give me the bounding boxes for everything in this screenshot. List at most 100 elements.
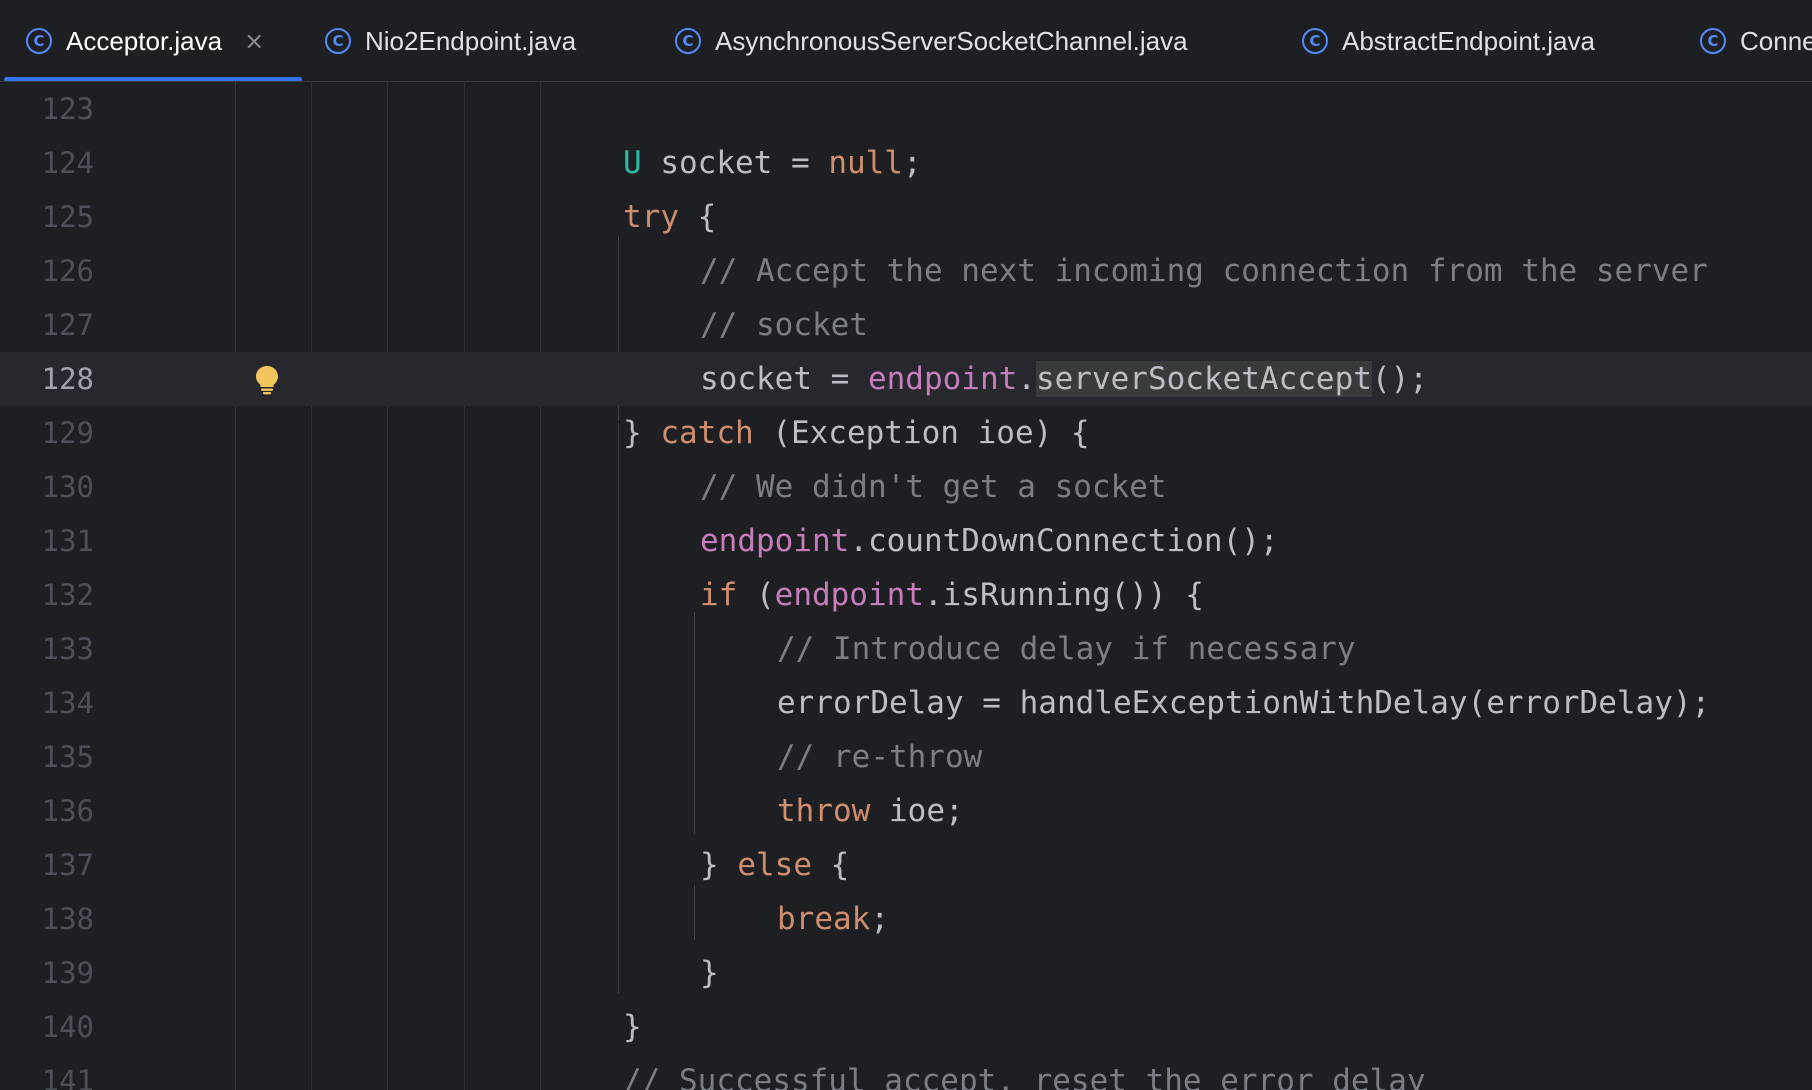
code-token: serverSocketAccept <box>1035 361 1372 397</box>
code-line[interactable]: 123 <box>0 82 1812 136</box>
tab-abstractendpoint-java[interactable]: C AbstractEndpoint.java <box>1302 0 1595 81</box>
code-line[interactable]: 137} else { <box>0 838 1812 892</box>
close-icon[interactable]: × <box>244 27 264 55</box>
code-line[interactable]: 128 socket = endpoint.serverSocketAccept(… <box>0 352 1812 406</box>
line-number[interactable]: 130 <box>0 460 94 514</box>
code-token: { <box>811 847 850 883</box>
line-number[interactable]: 127 <box>0 298 94 352</box>
line-number[interactable]: 136 <box>0 784 94 838</box>
code-token: // Successful accept, reset the error de… <box>623 1063 1426 1090</box>
code-token: .countDownConnection(); <box>849 523 1279 559</box>
ide-window: C Acceptor.java × C Nio2Endpoint.java C … <box>0 0 1812 1090</box>
class-icon: C <box>1302 28 1328 54</box>
code-token: null <box>828 145 903 181</box>
code-text[interactable]: socket = endpoint.serverSocketAccept(); <box>700 352 1428 406</box>
code-token: catch <box>660 415 754 451</box>
code-line[interactable]: 141 // Successful accept, reset the error… <box>0 1054 1812 1090</box>
code-token: // Introduce delay if necessary <box>777 631 1356 667</box>
lightbulb-icon[interactable] <box>254 365 280 395</box>
code-text[interactable]: endpoint.countDownConnection(); <box>700 514 1279 568</box>
code-text[interactable]: U socket = null; <box>623 136 922 190</box>
line-number[interactable]: 131 <box>0 514 94 568</box>
tab-acceptor-java[interactable]: C Acceptor.java × <box>26 0 264 81</box>
code-token: (Exception ioe) { <box>753 415 1090 451</box>
code-text[interactable]: } else { <box>700 838 849 892</box>
code-editor[interactable]: 123 124 U socket = null; 125 try {126// Acce… <box>0 82 1812 1090</box>
line-number[interactable]: 135 <box>0 730 94 784</box>
code-text[interactable]: try { <box>623 190 716 244</box>
code-line[interactable]: 125 try { <box>0 190 1812 244</box>
line-number[interactable]: 129 <box>0 406 94 460</box>
line-number[interactable]: 124 <box>0 136 94 190</box>
line-number[interactable]: 137 <box>0 838 94 892</box>
code-line[interactable]: 129 } catch (Exception ioe) { <box>0 406 1812 460</box>
code-line[interactable]: 130 // We didn't get a socket <box>0 460 1812 514</box>
line-number[interactable]: 133 <box>0 622 94 676</box>
tab-label: Conne <box>1740 25 1812 56</box>
editor-tab-bar: C Acceptor.java × C Nio2Endpoint.java C … <box>0 0 1812 82</box>
code-line[interactable]: 136 throw ioe; <box>0 784 1812 838</box>
line-number[interactable]: 141 <box>0 1054 94 1090</box>
tab-nio2endpoint-java[interactable]: C Nio2Endpoint.java <box>325 0 577 81</box>
code-token: endpoint <box>867 361 1018 397</box>
class-icon: C <box>675 28 701 54</box>
code-token: } <box>700 847 738 883</box>
code-line[interactable]: 138 break; <box>0 892 1812 946</box>
tab-label: Acceptor.java <box>66 25 223 56</box>
code-line[interactable]: 126 // Accept the next incoming connectio… <box>0 244 1812 298</box>
code-text[interactable]: errorDelay = handleExceptionWithDelay(er… <box>777 676 1710 730</box>
code-line[interactable]: 135 // re-throw <box>0 730 1812 784</box>
code-text[interactable]: throw ioe; <box>777 784 964 838</box>
code-line[interactable]: 139} <box>0 946 1812 1000</box>
code-line[interactable]: 140} <box>0 1000 1812 1054</box>
line-number[interactable]: 138 <box>0 892 94 946</box>
line-number[interactable]: 132 <box>0 568 94 622</box>
code-token: } <box>623 1009 642 1045</box>
line-number[interactable]: 125 <box>0 190 94 244</box>
code-text[interactable]: // re-throw <box>777 730 982 784</box>
code-text[interactable]: } catch (Exception ioe) { <box>623 406 1090 460</box>
code-text[interactable]: // We didn't get a socket <box>700 460 1167 514</box>
code-text[interactable]: break; <box>777 892 889 946</box>
code-line[interactable]: 124 U socket = null; <box>0 136 1812 190</box>
code-line[interactable]: 131 endpoint.countDownConnection(); <box>0 514 1812 568</box>
line-number[interactable]: 140 <box>0 1000 94 1054</box>
line-number[interactable]: 139 <box>0 946 94 1000</box>
code-text[interactable]: } <box>623 1000 642 1054</box>
code-token: ( <box>737 577 775 613</box>
code-token: else <box>737 847 812 883</box>
code-token: endpoint <box>774 577 924 613</box>
code-token: break <box>777 901 871 937</box>
code-token: errorDelay = handleExceptionWithDelay(er… <box>777 685 1711 721</box>
code-token: throw <box>777 793 871 829</box>
tab-label: AsynchronousServerSocketChannel.java <box>715 25 1188 56</box>
code-text[interactable]: // Accept the next incoming connection f… <box>700 244 1708 298</box>
code-token: try <box>623 199 679 235</box>
code-token: if <box>700 577 738 613</box>
tab-label: Nio2Endpoint.java <box>365 25 577 56</box>
code-token: (); <box>1371 361 1428 397</box>
code-text[interactable]: // Successful accept, reset the error de… <box>623 1054 1426 1090</box>
code-token: U <box>623 145 642 181</box>
line-number[interactable]: 126 <box>0 244 94 298</box>
code-token: ; <box>870 901 889 937</box>
code-token: // We didn't get a socket <box>700 469 1167 505</box>
code-text[interactable]: // socket <box>700 298 868 352</box>
code-line[interactable]: 132 if (endpoint.isRunning()) { <box>0 568 1812 622</box>
line-number[interactable]: 123 <box>0 82 94 136</box>
code-text[interactable]: if (endpoint.isRunning()) { <box>700 568 1204 622</box>
code-text[interactable]: } <box>700 946 719 1000</box>
class-icon: C <box>1700 28 1726 54</box>
tab-asynchronousserversocketchannel-java[interactable]: C AsynchronousServerSocketChannel.java <box>675 0 1188 81</box>
tab-conne[interactable]: C Conne <box>1700 0 1812 81</box>
code-token: ; <box>902 145 922 181</box>
code-line[interactable]: 134 errorDelay = handleExceptionWithDelay… <box>0 676 1812 730</box>
code-line[interactable]: 133 // Introduce delay if necessary <box>0 622 1812 676</box>
code-token: .isRunning()) { <box>923 577 1204 613</box>
code-line[interactable]: 127 // socket <box>0 298 1812 352</box>
code-text[interactable]: // Introduce delay if necessary <box>777 622 1356 676</box>
code-token: // Accept the next incoming connection f… <box>700 253 1708 289</box>
code-token: // re-throw <box>777 739 983 775</box>
line-number[interactable]: 128 <box>0 352 94 406</box>
line-number[interactable]: 134 <box>0 676 94 730</box>
